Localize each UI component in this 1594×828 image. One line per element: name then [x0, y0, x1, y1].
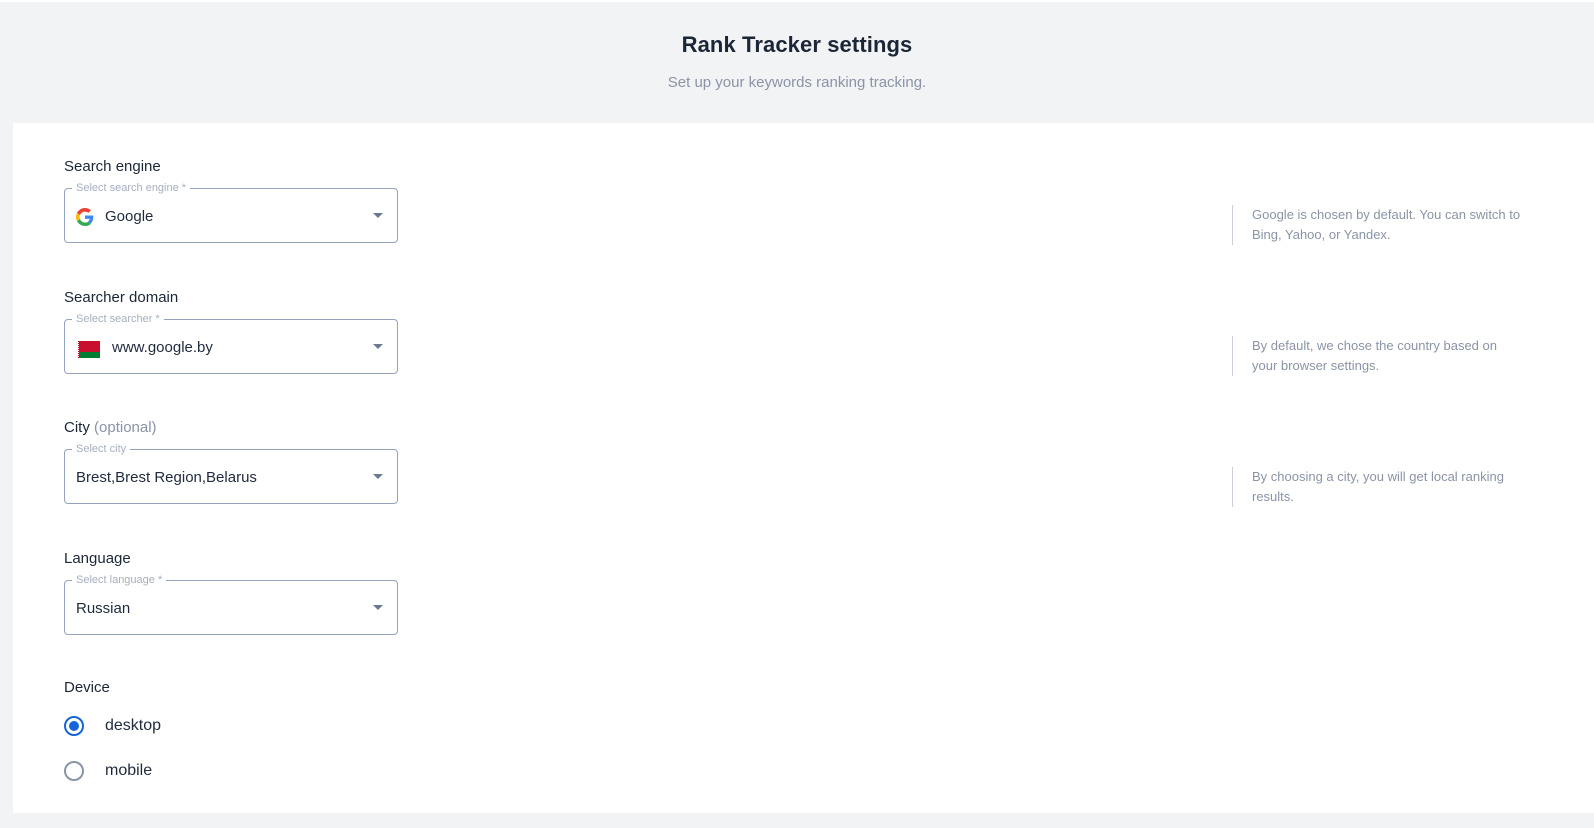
city-field-label: Select city	[72, 442, 131, 456]
chevron-down-icon	[373, 344, 383, 349]
radio-desktop-label: desktop	[105, 717, 162, 734]
optional-label: (optional)	[94, 419, 157, 436]
google-icon	[76, 208, 94, 226]
chevron-down-icon	[373, 605, 383, 610]
radio-desktop-control[interactable]	[64, 716, 84, 736]
searcher-domain-section: Searcher domain Select searcher * www.go…	[64, 288, 1584, 376]
city-value: Brest,Brest Region,Belarus	[76, 469, 257, 486]
city-section: City (optional) Select city Brest,Brest …	[64, 418, 1584, 507]
belarus-flag-icon	[75, 341, 100, 358]
page: Rank Tracker settings Set up your keywor…	[0, 2, 1594, 828]
language-field-label: Select language *	[72, 573, 167, 587]
search-engine-value: Google	[105, 208, 154, 225]
radio-mobile-label: mobile	[105, 762, 153, 779]
searcher-domain-hint: By default, we chose the country based o…	[1232, 336, 1522, 376]
language-select[interactable]: Select language * Russian	[64, 573, 398, 635]
city-select[interactable]: Select city Brest,Brest Region,Belarus	[64, 442, 398, 504]
searcher-domain-field-label: Select searcher *	[72, 312, 164, 326]
search-engine-label: Search engine	[64, 158, 161, 175]
searcher-domain-label: Searcher domain	[64, 289, 179, 306]
device-label: Device	[64, 679, 110, 696]
search-engine-section: Search engine Select search engine * Goo…	[64, 157, 1584, 245]
chevron-down-icon	[373, 474, 383, 479]
searcher-domain-select[interactable]: Select searcher * www.google.by	[64, 312, 398, 374]
radio-desktop[interactable]: desktop	[64, 714, 161, 738]
search-engine-hint: Google is chosen by default. You can swi…	[1232, 205, 1522, 245]
device-section: Device desktop mobile	[64, 678, 1584, 798]
language-section: Language Select language * Russian	[64, 549, 1584, 635]
search-engine-select[interactable]: Select search engine * Google	[64, 181, 398, 243]
page-subtitle: Set up your keywords ranking tracking.	[667, 74, 927, 91]
city-hint: By choosing a city, you will get local r…	[1232, 467, 1522, 507]
settings-card: Search engine Select search engine * Goo…	[13, 123, 1594, 813]
language-value: Russian	[76, 600, 131, 617]
page-header: Rank Tracker settings Set up your keywor…	[0, 2, 1594, 123]
searcher-domain-value: www.google.by	[112, 339, 213, 356]
radio-mobile[interactable]: mobile	[64, 759, 152, 783]
radio-mobile-control[interactable]	[64, 761, 84, 781]
language-label: Language	[64, 550, 131, 567]
search-engine-field-label: Select search engine *	[72, 181, 191, 195]
page-title: Rank Tracker settings	[681, 32, 913, 57]
city-label-text: City	[64, 419, 90, 436]
city-label: City (optional)	[64, 418, 1584, 438]
chevron-down-icon	[373, 213, 383, 218]
